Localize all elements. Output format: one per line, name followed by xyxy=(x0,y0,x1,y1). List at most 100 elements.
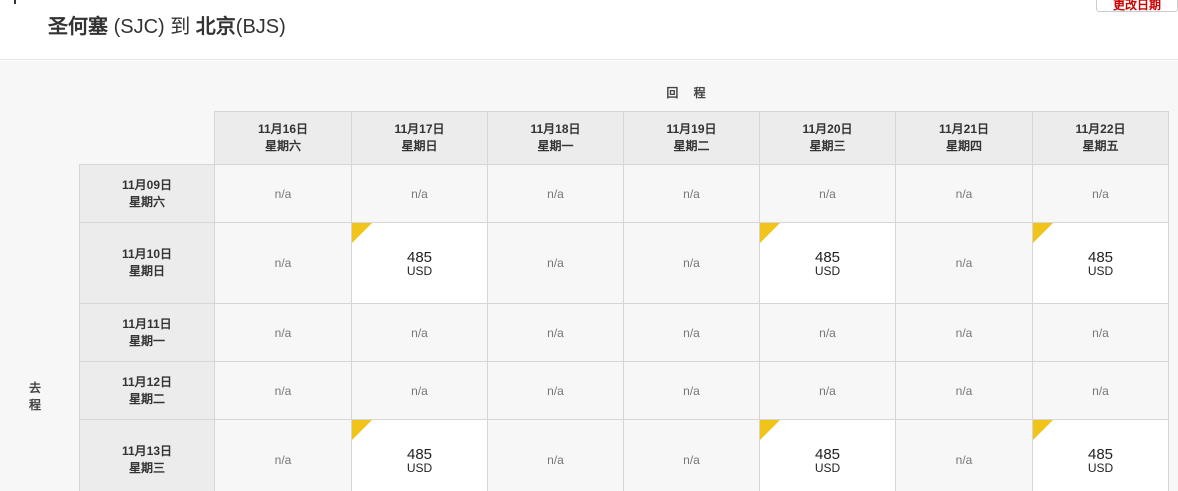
unavailable-text: n/a xyxy=(547,186,564,201)
unavailable-text: n/a xyxy=(1092,325,1109,340)
fare-cell[interactable]: 485 USD xyxy=(351,222,488,304)
unavailable-fare-cell: n/a xyxy=(214,419,352,491)
destination-city: 北京 xyxy=(195,16,236,38)
outbound-trip-label: 去 程 xyxy=(27,380,43,414)
outbound-date-header: 11月11日 星期一 xyxy=(79,303,215,362)
unavailable-text: n/a xyxy=(819,186,836,201)
unavailable-text: n/a xyxy=(955,383,973,398)
unavailable-text: n/a xyxy=(411,186,428,201)
unavailable-text: n/a xyxy=(819,383,836,398)
unavailable-text: n/a xyxy=(411,325,428,340)
unavailable-fare-cell: n/a xyxy=(214,222,352,304)
fare-cell[interactable]: 485 USD xyxy=(759,222,896,304)
unavailable-fare-cell: n/a xyxy=(1032,303,1169,362)
fare-currency: USD xyxy=(1087,460,1114,475)
outbound-date-row: 11月09日 星期六 n/a n/a n/a n/a n/a n/a n/a xyxy=(79,164,1169,223)
unavailable-fare-cell: n/a xyxy=(759,303,896,362)
unavailable-fare-cell: n/a xyxy=(1032,361,1169,420)
unavailable-fare-cell: n/a xyxy=(895,361,1033,420)
unavailable-text: n/a xyxy=(955,325,973,340)
outbound-label-char-2: 程 xyxy=(28,398,41,412)
lowest-fare-flag-icon xyxy=(1033,420,1053,440)
unavailable-text: n/a xyxy=(547,325,564,340)
unavailable-text: n/a xyxy=(819,325,836,340)
unavailable-fare-cell: n/a xyxy=(1032,164,1169,223)
route-title: 圣何塞 (SJC) 到 北京(BJS) xyxy=(48,10,286,39)
unavailable-text: n/a xyxy=(955,256,973,270)
outbound-label-char-1: 去 xyxy=(28,381,41,395)
unavailable-text: n/a xyxy=(683,256,700,270)
unavailable-fare-cell: n/a xyxy=(759,164,896,223)
unavailable-text: n/a xyxy=(683,186,700,201)
fare-cell[interactable]: 485 USD xyxy=(1032,419,1169,491)
outbound-date-row: 11月11日 星期一 n/a n/a n/a n/a n/a n/a n/a xyxy=(79,303,1169,362)
unavailable-text: n/a xyxy=(547,453,564,467)
unavailable-fare-cell: n/a xyxy=(214,303,352,362)
unavailable-fare-cell: n/a xyxy=(487,164,624,223)
unavailable-text: n/a xyxy=(274,383,292,398)
unavailable-text: n/a xyxy=(683,325,700,340)
unavailable-fare-cell: n/a xyxy=(895,303,1033,362)
lowest-fare-flag-icon xyxy=(352,420,372,440)
unavailable-fare-cell: n/a xyxy=(623,222,760,304)
outbound-date-header: 11月10日 星期日 xyxy=(79,222,215,304)
unavailable-fare-cell: n/a xyxy=(895,222,1033,304)
fare-currency: USD xyxy=(406,263,433,278)
fare-amount: 485 xyxy=(814,445,841,463)
outbound-date-row: 11月12日 星期二 n/a n/a n/a n/a n/a n/a n/a xyxy=(79,361,1169,420)
origin-code: (SJC) xyxy=(113,16,165,38)
unavailable-fare-cell: n/a xyxy=(487,361,624,420)
matrix-corner xyxy=(80,112,215,165)
fare-amount: 485 xyxy=(1087,248,1114,266)
fare-amount: 485 xyxy=(814,248,841,266)
unavailable-text: n/a xyxy=(955,453,973,467)
unavailable-text: n/a xyxy=(1092,186,1109,201)
unavailable-fare-cell: n/a xyxy=(895,419,1033,491)
fare-cell[interactable]: 485 USD xyxy=(759,419,896,491)
unavailable-text: n/a xyxy=(274,453,292,467)
origin-city: 圣何塞 xyxy=(48,16,108,38)
fare-cell[interactable]: 485 USD xyxy=(351,419,488,491)
unavailable-text: n/a xyxy=(683,453,700,467)
return-date-header: 11月19日 星期二 xyxy=(623,111,760,165)
unavailable-text: n/a xyxy=(274,325,292,340)
change-date-button[interactable]: 更改日期 xyxy=(1096,0,1178,12)
return-date-header-row: 11月16日 星期六 11月17日 星期日 11月18日 星期一 11月19日 星期二 … xyxy=(80,111,1169,165)
unavailable-fare-cell: n/a xyxy=(759,361,896,420)
fare-cell[interactable]: 485 USD xyxy=(1032,222,1169,304)
lowest-fare-flag-icon xyxy=(352,223,372,243)
return-date-header: 11月20日 星期三 xyxy=(759,111,896,165)
fare-amount: 485 xyxy=(1087,445,1114,463)
unavailable-fare-cell: n/a xyxy=(214,361,352,420)
unavailable-fare-cell: n/a xyxy=(351,164,488,223)
unavailable-text: n/a xyxy=(547,256,564,270)
unavailable-fare-cell: n/a xyxy=(623,164,760,223)
outbound-date-header: 11月13日 星期三 xyxy=(79,419,215,491)
destination-code: (BJS) xyxy=(235,16,286,38)
return-trip-label: 回 程 xyxy=(666,86,712,100)
unavailable-text: n/a xyxy=(274,256,292,270)
fare-amount: 485 xyxy=(406,445,433,463)
unavailable-fare-cell: n/a xyxy=(623,419,760,491)
return-date-header: 11月21日 星期四 xyxy=(895,111,1033,165)
unavailable-fare-cell: n/a xyxy=(487,222,624,304)
page-header: 圣何塞 (SJC) 到 北京(BJS) 更改日期 xyxy=(0,0,1178,60)
return-date-header: 11月16日 星期六 xyxy=(214,111,352,165)
outbound-date-row: 11月10日 星期日 n/a 485 USD n/a n/a 485 USD n/a 485 USD xyxy=(79,222,1169,304)
fare-currency: USD xyxy=(406,460,433,475)
outbound-date-row: 11月13日 星期三 n/a 485 USD n/a n/a 485 USD n/a 485 USD xyxy=(79,419,1169,491)
unavailable-fare-cell: n/a xyxy=(351,303,488,362)
unavailable-text: n/a xyxy=(955,186,973,201)
fare-amount: 485 xyxy=(406,248,433,266)
unavailable-text: n/a xyxy=(274,186,292,201)
unavailable-text: n/a xyxy=(411,383,428,398)
unavailable-fare-cell: n/a xyxy=(623,303,760,362)
unavailable-fare-cell: n/a xyxy=(895,164,1033,223)
outbound-date-header: 11月12日 星期二 xyxy=(79,361,215,420)
fare-currency: USD xyxy=(814,263,841,278)
outbound-date-header: 11月09日 星期六 xyxy=(79,164,215,223)
lowest-fare-flag-icon xyxy=(1033,223,1053,243)
lowest-fare-flag-icon xyxy=(760,420,780,440)
unavailable-text: n/a xyxy=(683,383,700,398)
unavailable-fare-cell: n/a xyxy=(351,361,488,420)
